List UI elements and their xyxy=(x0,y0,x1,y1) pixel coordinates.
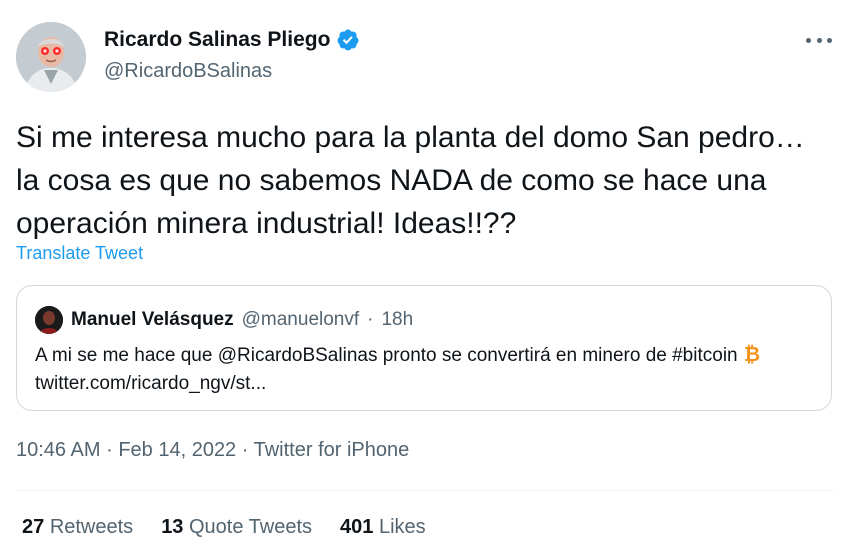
quoted-author-handle[interactable]: @manuelonvf xyxy=(242,309,360,331)
tweet-card: Ricardo Salinas Pliego @RicardoBSalinas … xyxy=(0,0,850,559)
retweets-label: Retweets xyxy=(49,516,134,538)
likes-stat[interactable]: 401 Likes xyxy=(340,516,426,539)
quote-tweets-count: 13 xyxy=(161,516,184,538)
tweet-stats: 27 Retweets 13 Quote Tweets 401 Likes xyxy=(22,516,426,539)
likes-label: Likes xyxy=(378,516,426,538)
quoted-tweet-time[interactable]: 18h xyxy=(381,309,413,331)
more-dot xyxy=(827,37,832,43)
quoted-tweet-header: Manuel Velásquez @manuelonvf · 18h xyxy=(35,306,413,334)
svg-text:₿: ₿ xyxy=(743,344,759,364)
author-name-row[interactable]: Ricardo Salinas Pliego xyxy=(104,28,360,52)
tweet-meta: 10:46 AM · Feb 14, 2022 · Twitter for iP… xyxy=(16,439,409,462)
quote-tweets-label: Quote Tweets xyxy=(189,516,313,538)
tweet-date[interactable]: Feb 14, 2022 xyxy=(118,439,236,461)
quoted-tweet-text: A mi se me hace que @RicardoBSalinas pro… xyxy=(35,342,815,398)
tweet-time[interactable]: 10:46 AM xyxy=(16,439,101,461)
quoted-tweet-card[interactable]: Manuel Velásquez @manuelonvf · 18h A mi … xyxy=(16,285,832,411)
author-name[interactable]: Ricardo Salinas Pliego xyxy=(104,28,330,52)
separator-dot: · xyxy=(241,439,249,461)
separator-dot: · xyxy=(367,309,374,330)
separator-dot: · xyxy=(106,439,113,461)
author-avatar[interactable] xyxy=(16,22,86,92)
tweet-source[interactable]: Twitter for iPhone xyxy=(254,439,410,461)
quoted-author-name[interactable]: Manuel Velásquez xyxy=(71,309,234,331)
verified-badge-icon xyxy=(337,29,359,51)
divider xyxy=(16,490,834,491)
retweets-count: 27 xyxy=(22,516,45,538)
more-dot xyxy=(806,37,811,43)
author-handle[interactable]: @RicardoBSalinas xyxy=(104,60,272,83)
likes-count: 401 xyxy=(340,516,374,538)
quoted-tweet-text-main: A mi se me hace que @RicardoBSalinas pro… xyxy=(35,345,738,366)
retweets-stat[interactable]: 27 Retweets xyxy=(22,516,133,539)
tweet-text: Si me interesa mucho para la planta del … xyxy=(16,121,805,240)
quoted-author-avatar[interactable] xyxy=(35,306,63,334)
quoted-tweet-link[interactable]: twitter.com/ricardo_ngv/st... xyxy=(35,373,266,394)
quote-tweets-stat[interactable]: 13 Quote Tweets xyxy=(161,516,312,539)
more-options-icon[interactable] xyxy=(806,30,832,50)
bitcoin-emoji-icon: ₿ xyxy=(743,344,759,364)
translate-tweet-link[interactable]: Translate Tweet xyxy=(16,243,143,264)
more-dot xyxy=(816,37,822,43)
